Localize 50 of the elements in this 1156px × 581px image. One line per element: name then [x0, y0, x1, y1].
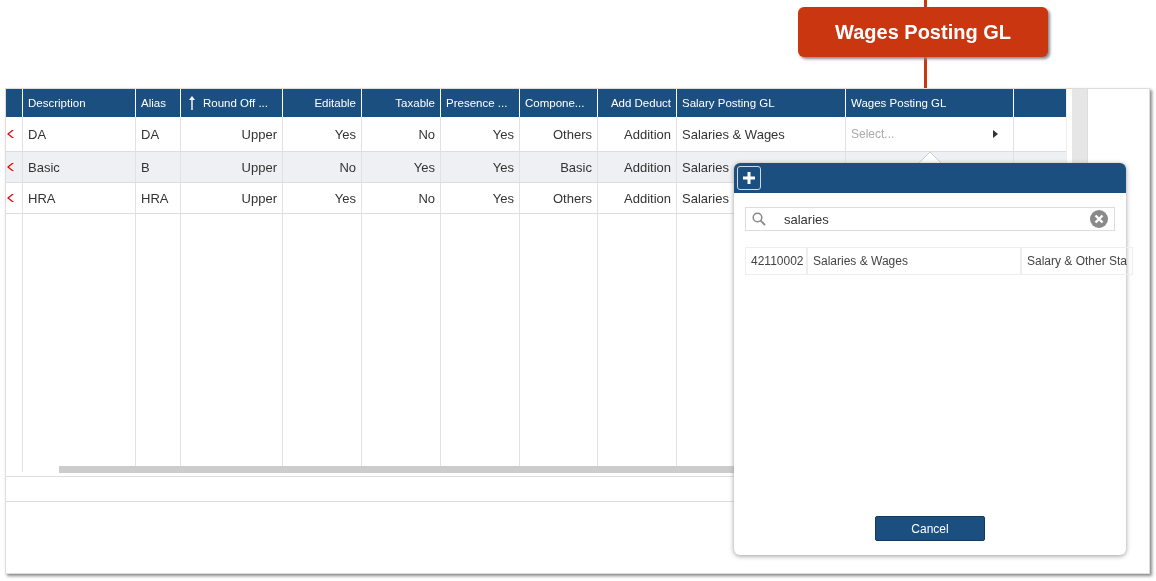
- table-cell: 42110002: [745, 247, 807, 275]
- search-field[interactable]: salaries: [745, 207, 1115, 231]
- table-cell: Yes: [334, 190, 356, 206]
- table-cell: Upper: [241, 126, 277, 142]
- table-cell: Addition: [624, 126, 671, 142]
- table-cell: Addition: [624, 159, 671, 175]
- table-cell: Others: [553, 190, 592, 206]
- column-header[interactable]: Salary Posting GL: [677, 89, 846, 117]
- table-cell: Salary & Other Sta: [1021, 247, 1134, 275]
- clear-icon[interactable]: [1090, 210, 1108, 228]
- table-cell: Salaries & Wages: [682, 126, 785, 142]
- table-cell: Yes: [492, 159, 514, 175]
- add-button[interactable]: [737, 166, 761, 190]
- table-cell: Yes: [334, 126, 356, 142]
- table-cell: HRA: [141, 190, 169, 206]
- table-cell: B: [141, 159, 150, 175]
- table-cell: No: [339, 159, 356, 175]
- sort-up-icon: [188, 95, 196, 111]
- table-cell: Salaries & Wages: [807, 247, 1021, 275]
- table-cell: Yes: [492, 190, 514, 206]
- column-header[interactable]: Add Deduct: [598, 89, 677, 117]
- column-header[interactable]: Editable: [283, 89, 362, 117]
- column-header[interactable]: Compone...: [520, 89, 598, 117]
- table-cell: HRA: [28, 190, 56, 206]
- column-header[interactable]: Round Off ...: [181, 89, 283, 117]
- column-header[interactable]: Alias: [136, 89, 181, 117]
- table-cell: DA: [141, 126, 160, 142]
- table-cell: Others: [553, 126, 592, 142]
- table-cell: No: [418, 190, 435, 206]
- table-cell: Upper: [241, 190, 277, 206]
- column-header[interactable]: Presence ...: [441, 89, 520, 117]
- table-cell: Basic: [28, 159, 60, 175]
- table-cell: Addition: [624, 190, 671, 206]
- table-cell: Salaries: [682, 159, 729, 175]
- search-icon: [752, 212, 766, 226]
- column-header[interactable]: Wages Posting GL: [846, 89, 1014, 117]
- table-cell: No: [418, 126, 435, 142]
- table-cell: Basic: [560, 159, 592, 175]
- cancel-button[interactable]: Cancel: [875, 516, 985, 541]
- table-cell: DA: [28, 126, 47, 142]
- table-cell: Upper: [241, 159, 277, 175]
- column-header[interactable]: Description: [23, 89, 136, 117]
- table-cell: Yes: [413, 159, 435, 175]
- caret-icon: [993, 130, 998, 138]
- table-cell: Yes: [492, 126, 514, 142]
- table-cell: Salaries: [682, 190, 729, 206]
- callout-label: Wages Posting GL: [798, 7, 1048, 57]
- column-header[interactable]: Taxable: [362, 89, 441, 117]
- plus-icon: [743, 172, 755, 184]
- leader-line: [924, 57, 927, 88]
